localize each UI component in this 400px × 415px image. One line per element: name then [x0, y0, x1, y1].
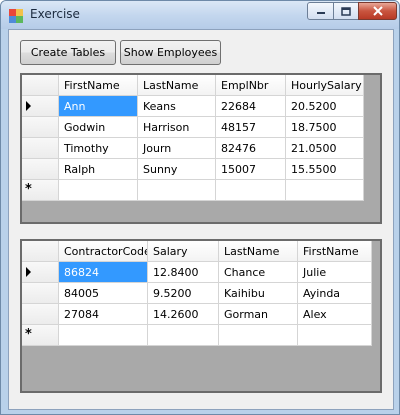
contractors-grid[interactable]: ContractorCode Salary LastName FirstName… — [20, 239, 382, 393]
table-cell[interactable]: 21.0500 — [286, 138, 364, 159]
column-header-hourlysalary[interactable]: HourlySalary — [286, 75, 364, 96]
corner-header-cell — [22, 241, 59, 262]
table-cell[interactable]: 84005 — [59, 283, 148, 304]
column-header-lastname[interactable]: LastName — [138, 75, 216, 96]
close-button[interactable] — [358, 2, 397, 20]
table-cell[interactable]: 9.5200 — [148, 283, 219, 304]
new-row[interactable]: * — [22, 325, 372, 346]
table-cell[interactable] — [148, 325, 219, 346]
new-row-star-icon: * — [25, 327, 32, 342]
row-header[interactable] — [22, 117, 59, 138]
close-icon — [372, 6, 383, 16]
row-header[interactable]: * — [22, 325, 59, 346]
table-cell[interactable]: 48157 — [216, 117, 286, 138]
table-cell[interactable]: Gorman — [219, 304, 298, 325]
table-cell[interactable]: 22684 — [216, 96, 286, 117]
table-cell[interactable] — [298, 325, 372, 346]
table-cell[interactable]: Ann — [59, 96, 138, 117]
table-row[interactable]: 27084 14.2600 Gorman Alex — [22, 304, 372, 325]
column-header-emplnbr[interactable]: EmplNbr — [216, 75, 286, 96]
employees-grid[interactable]: FirstName LastName EmplNbr HourlySalary … — [20, 73, 382, 224]
show-employees-button[interactable]: Show Employees — [120, 40, 221, 65]
table-cell[interactable]: 15.5500 — [286, 159, 364, 180]
minimize-icon — [316, 12, 325, 14]
table-cell[interactable]: Alex — [298, 304, 372, 325]
column-header-firstname[interactable]: FirstName — [298, 241, 372, 262]
app-window: Exercise Create Tables Show Employees Fi… — [0, 0, 400, 415]
row-header[interactable]: * — [22, 180, 59, 201]
table-row[interactable]: 84005 9.5200 Kaihibu Ayinda — [22, 283, 372, 304]
table-cell[interactable] — [59, 180, 138, 201]
maximize-icon — [341, 6, 351, 16]
table-cell[interactable]: 20.5200 — [286, 96, 364, 117]
column-header-firstname[interactable]: FirstName — [59, 75, 138, 96]
table-cell[interactable]: Sunny — [138, 159, 216, 180]
table-row[interactable]: 86824 12.8400 Chance Julie — [22, 262, 372, 283]
table-cell[interactable]: 86824 — [59, 262, 148, 283]
table-cell[interactable] — [219, 325, 298, 346]
row-header[interactable] — [22, 159, 59, 180]
table-cell[interactable]: 82476 — [216, 138, 286, 159]
current-row-arrow-icon — [26, 101, 31, 111]
table-row[interactable]: Ann Keans 22684 20.5200 — [22, 96, 364, 117]
current-row-arrow-icon — [26, 267, 31, 277]
column-header-salary[interactable]: Salary — [148, 241, 219, 262]
form-client-area: Create Tables Show Employees FirstName L… — [8, 29, 394, 410]
table-cell[interactable]: Journ — [138, 138, 216, 159]
maximize-button[interactable] — [333, 2, 359, 20]
corner-header-cell — [22, 75, 59, 96]
title-bar[interactable]: Exercise — [1, 1, 399, 29]
table-cell[interactable] — [286, 180, 364, 201]
new-row-star-icon: * — [25, 182, 32, 197]
minimize-button[interactable] — [307, 2, 334, 20]
row-header[interactable] — [22, 138, 59, 159]
table-cell[interactable] — [138, 180, 216, 201]
create-tables-button[interactable]: Create Tables — [20, 40, 116, 65]
grid-header-row: FirstName LastName EmplNbr HourlySalary — [22, 75, 364, 96]
table-cell[interactable]: Harrison — [138, 117, 216, 138]
table-cell[interactable]: Keans — [138, 96, 216, 117]
table-cell[interactable]: Timothy — [59, 138, 138, 159]
row-header[interactable] — [22, 304, 59, 325]
table-cell[interactable]: 15007 — [216, 159, 286, 180]
table-cell[interactable]: Godwin — [59, 117, 138, 138]
window-title: Exercise — [30, 7, 80, 21]
table-row[interactable]: Ralph Sunny 15007 15.5500 — [22, 159, 364, 180]
table-cell[interactable]: 12.8400 — [148, 262, 219, 283]
row-header[interactable] — [22, 283, 59, 304]
table-cell[interactable]: 14.2600 — [148, 304, 219, 325]
grid-header-row: ContractorCode Salary LastName FirstName — [22, 241, 372, 262]
column-header-contractorcode[interactable]: ContractorCode — [59, 241, 148, 262]
row-header[interactable] — [22, 262, 59, 283]
table-cell[interactable]: 27084 — [59, 304, 148, 325]
table-cell[interactable]: Ayinda — [298, 283, 372, 304]
table-row[interactable]: Timothy Journ 82476 21.0500 — [22, 138, 364, 159]
table-cell[interactable]: 18.7500 — [286, 117, 364, 138]
new-row[interactable]: * — [22, 180, 364, 201]
table-row[interactable]: Godwin Harrison 48157 18.7500 — [22, 117, 364, 138]
table-cell[interactable] — [216, 180, 286, 201]
app-icon — [9, 9, 23, 23]
table-cell[interactable] — [59, 325, 148, 346]
table-cell[interactable]: Chance — [219, 262, 298, 283]
table-cell[interactable]: Kaihibu — [219, 283, 298, 304]
table-cell[interactable]: Julie — [298, 262, 372, 283]
row-header[interactable] — [22, 96, 59, 117]
table-cell[interactable]: Ralph — [59, 159, 138, 180]
column-header-lastname[interactable]: LastName — [219, 241, 298, 262]
